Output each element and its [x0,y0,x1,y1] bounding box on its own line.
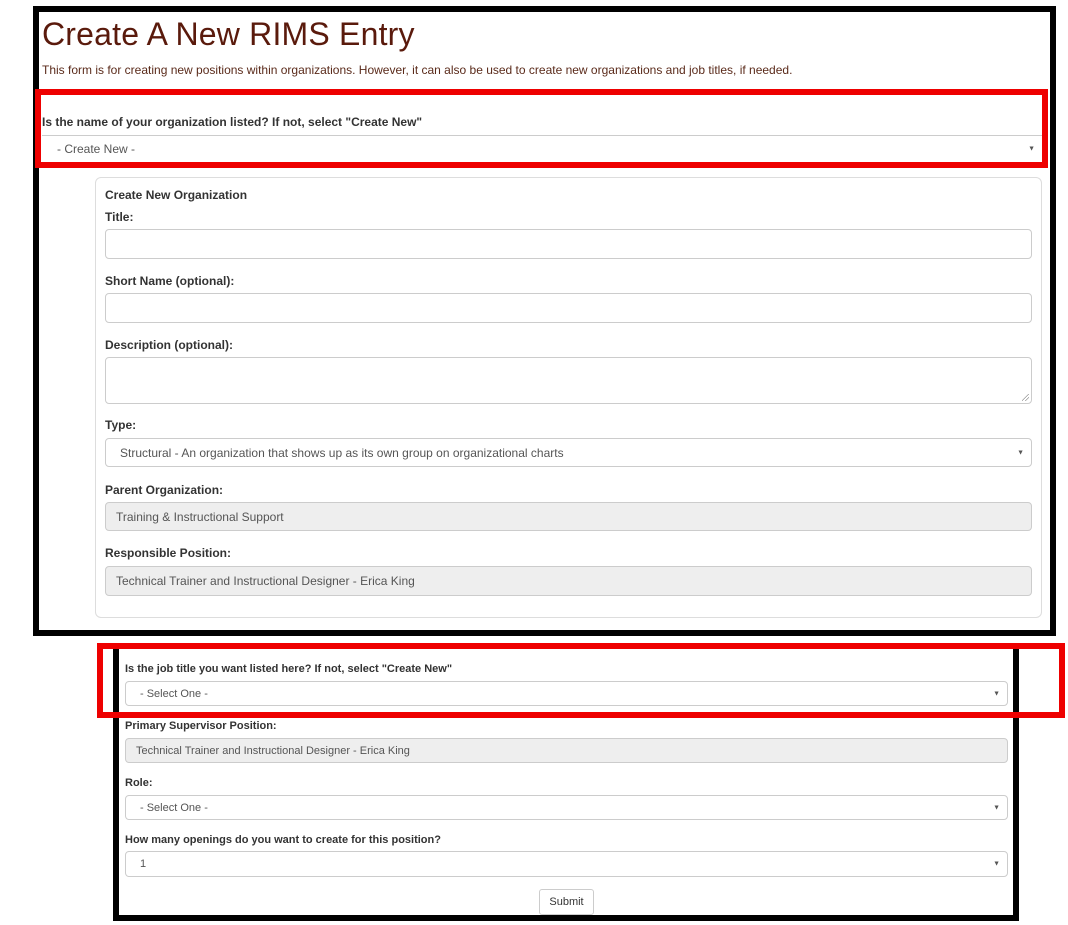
page-intro: This form is for creating new positions … [42,63,793,77]
chevron-down-icon: ▼ [993,804,1000,811]
type-label: Type: [105,418,137,432]
type-select-value: Structural - An organization that shows … [120,445,564,460]
page-title: Create A New RIMS Entry [42,16,415,52]
responsible-position-value: Technical Trainer and Instructional Desi… [116,574,415,588]
parent-organization-field: Training & Instructional Support [105,502,1032,531]
role-select[interactable]: - Select One - ▼ [125,795,1008,820]
description-textarea[interactable] [105,357,1032,404]
chevron-down-icon: ▼ [993,690,1000,697]
chevron-down-icon: ▼ [993,860,1000,868]
role-label: Role: [125,777,153,789]
resize-handle-icon[interactable] [1022,394,1029,401]
parent-organization-label: Parent Organization: [105,483,224,497]
short-name-input[interactable] [105,293,1032,323]
description-label: Description (optional): [105,338,233,352]
create-organization-heading: Create New Organization [105,188,247,202]
responsible-position-label: Responsible Position: [105,546,232,560]
openings-label: How many openings do you want to create … [125,834,441,846]
organization-select-label: Is the name of your organization listed?… [42,115,423,129]
submit-button[interactable]: Submit [539,889,594,915]
create-organization-heading-text: Create New Organization [105,188,248,202]
title-label: Title: [105,210,134,224]
openings-select-value: 1 [140,858,147,870]
job-title-select-label: Is the job title you want listed here? I… [125,663,453,675]
short-name-label: Short Name (optional): [105,274,235,288]
parent-organization-value: Training & Instructional Support [116,509,284,524]
description-label-text: Description (optional): [105,338,233,352]
title-input[interactable] [105,229,1032,259]
openings-select[interactable]: 1 ▼ [125,851,1008,877]
organization-select-value: - Create New - [57,142,136,156]
job-title-select[interactable]: - Select One - ▼ [125,681,1008,706]
supervisor-position-label: Primary Supervisor Position: [125,720,277,732]
supervisor-position-field: Technical Trainer and Instructional Desi… [125,738,1008,763]
responsible-position-field: Technical Trainer and Instructional Desi… [105,566,1032,596]
job-title-select-value: - Select One - [140,687,208,700]
type-select[interactable]: Structural - An organization that shows … [105,438,1032,467]
chevron-down-icon: ▼ [1028,145,1035,153]
role-select-value: - Select One - [140,801,208,814]
supervisor-position-value: Technical Trainer and Instructional Desi… [136,744,410,757]
organization-select[interactable]: - Create New - ▼ [42,135,1042,162]
chevron-down-icon: ▼ [1017,449,1024,456]
